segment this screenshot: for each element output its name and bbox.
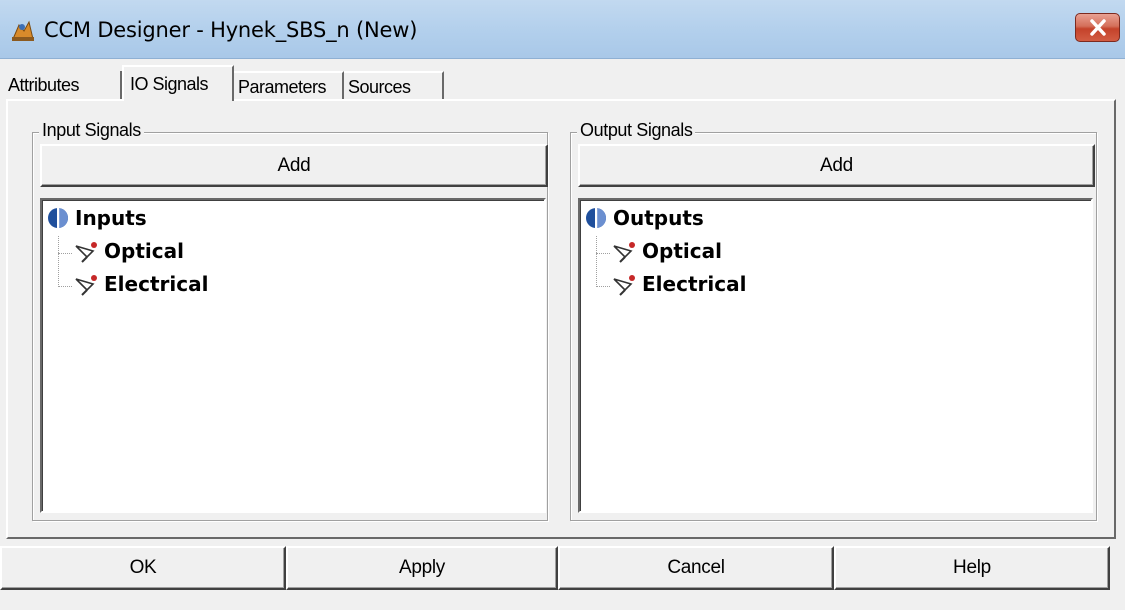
inputs-tree[interactable]: Inputs Optical Electrical (40, 198, 546, 513)
title-bar[interactable]: CCM Designer - Hynek_SBS_n (New) (0, 0, 1125, 59)
input-add-button[interactable]: Add (40, 144, 548, 187)
input-node-electrical[interactable]: Electrical (104, 272, 208, 296)
output-add-label: Add (820, 154, 853, 176)
tab-io-signals[interactable]: IO Signals (122, 65, 234, 101)
input-add-label: Add (277, 154, 311, 176)
help-label: Help (953, 557, 991, 578)
tab-io-signals-label: IO Signals (130, 74, 209, 94)
output-node-electrical[interactable]: Electrical (642, 272, 746, 296)
input-signals-legend: Input Signals (39, 120, 144, 141)
input-node-optical[interactable]: Optical (104, 239, 184, 263)
close-button[interactable] (1075, 13, 1120, 42)
apply-label: Apply (398, 557, 446, 578)
probe-icon (611, 240, 637, 266)
ok-label: OK (129, 557, 157, 578)
output-node-optical[interactable]: Optical (642, 239, 722, 263)
tab-attributes-label: Attributes (8, 75, 80, 95)
cancel-label: Cancel (667, 557, 725, 578)
tab-sources[interactable]: Sources (344, 71, 444, 99)
ok-button[interactable]: OK (0, 546, 286, 590)
tab-attributes[interactable]: Attributes (4, 71, 122, 99)
outputs-root-node[interactable]: Outputs (613, 206, 704, 230)
cancel-button[interactable]: Cancel (558, 546, 834, 590)
probe-icon (73, 273, 99, 299)
close-icon (1090, 19, 1106, 36)
tab-parameters-label: Parameters (238, 77, 327, 97)
help-button[interactable]: Help (834, 546, 1110, 590)
tab-sources-label: Sources (348, 77, 411, 97)
outputs-tree[interactable]: Outputs Optical Electrical (578, 198, 1093, 513)
probe-icon (611, 273, 637, 299)
probe-icon (73, 240, 99, 266)
signal-group-icon (584, 206, 608, 230)
apply-button[interactable]: Apply (286, 546, 558, 590)
inputs-root-node[interactable]: Inputs (75, 206, 147, 230)
ccm-designer-app-icon (10, 17, 36, 43)
window-title: CCM Designer - Hynek_SBS_n (New) (44, 18, 418, 42)
output-signals-legend: Output Signals (577, 120, 696, 141)
signal-group-icon (46, 206, 70, 230)
output-add-button[interactable]: Add (578, 144, 1095, 187)
tab-parameters[interactable]: Parameters (234, 71, 344, 99)
